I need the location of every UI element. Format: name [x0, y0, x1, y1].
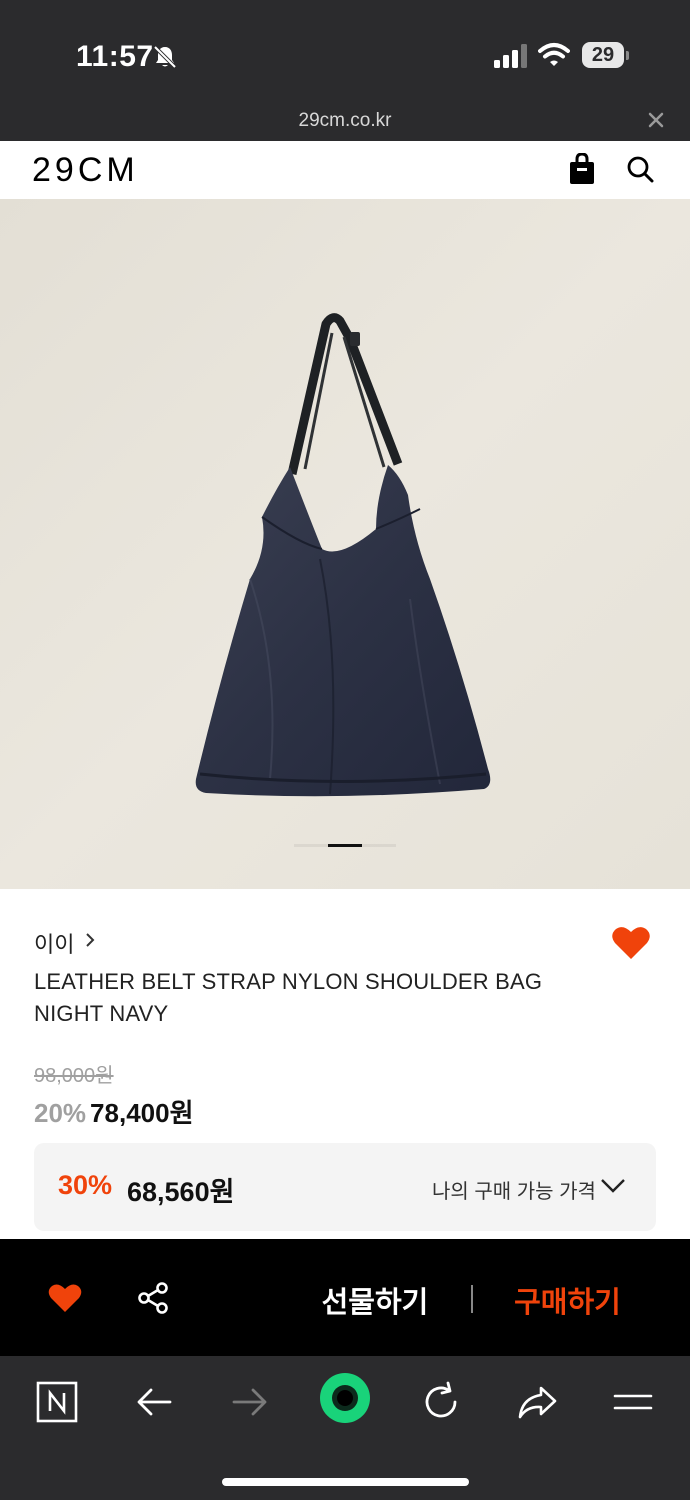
battery-indicator: 29 — [582, 42, 630, 70]
heart-icon[interactable] — [611, 925, 651, 961]
carousel-dot — [294, 844, 328, 847]
discount-rate: 20% — [34, 1098, 87, 1128]
naver-n-icon[interactable] — [35, 1380, 79, 1424]
gift-button[interactable]: 선물하기 — [300, 1279, 450, 1321]
sale-price: 78,400원 — [90, 1098, 194, 1128]
price-row: 20% 78,400원 — [34, 1093, 194, 1130]
chevron-down-icon[interactable] — [600, 1177, 626, 1195]
status-bar: 11:57 29 — [0, 0, 690, 110]
url-text[interactable]: 29cm.co.kr — [0, 110, 690, 132]
share-icon[interactable] — [137, 1281, 171, 1315]
chevron-right-icon[interactable] — [84, 932, 96, 948]
browser-url-bar[interactable]: 29cm.co.kr — [0, 100, 690, 141]
original-price: 98,000원 — [34, 1065, 114, 1087]
status-time: 11:57 — [76, 40, 154, 73]
site-logo[interactable]: 29CM — [32, 151, 139, 190]
back-arrow-icon[interactable] — [132, 1380, 176, 1424]
coupon-price: 68,560원 — [127, 1177, 235, 1207]
browser-toolbar — [0, 1356, 690, 1500]
brand-link[interactable]: 이이 — [34, 927, 74, 959]
product-info: 이이 LEATHER BELT STRAP NYLON SHOULDER BAG… — [0, 889, 690, 1239]
menu-icon[interactable] — [611, 1380, 655, 1424]
best-price-dropdown[interactable]: 30% 68,560원 나의 구매 가능 가격 — [34, 1143, 656, 1231]
carousel-dot-active — [328, 844, 362, 847]
wifi-icon — [538, 43, 570, 66]
search-icon[interactable] — [626, 155, 654, 183]
signal-icon — [494, 44, 527, 68]
product-image — [195, 313, 491, 797]
product-title: LEATHER BELT STRAP NYLON SHOULDER BAG NI… — [34, 969, 543, 1026]
buy-button[interactable]: 구매하기 — [490, 1279, 645, 1321]
coupon-discount: 30% — [58, 1170, 113, 1200]
coupon-label[interactable]: 나의 구매 가능 가격 — [432, 1175, 596, 1204]
heart-icon[interactable] — [48, 1283, 82, 1313]
bell-muted-icon — [153, 45, 177, 69]
app-header: 29CM — [0, 141, 690, 199]
refresh-icon[interactable] — [419, 1380, 463, 1424]
product-image-carousel[interactable] — [0, 199, 690, 889]
close-icon[interactable] — [645, 109, 667, 131]
divider — [471, 1285, 473, 1313]
green-dot-icon[interactable] — [319, 1372, 371, 1424]
battery-level: 29 — [591, 44, 615, 66]
share-arrow-icon[interactable] — [515, 1380, 559, 1424]
carousel-indicator — [0, 844, 690, 850]
home-indicator — [222, 1478, 469, 1486]
purchase-action-bar: 선물하기 구매하기 — [0, 1239, 690, 1356]
forward-arrow-icon[interactable] — [228, 1380, 272, 1424]
carousel-dot — [362, 844, 396, 847]
shopping-bag-icon[interactable] — [568, 153, 596, 185]
